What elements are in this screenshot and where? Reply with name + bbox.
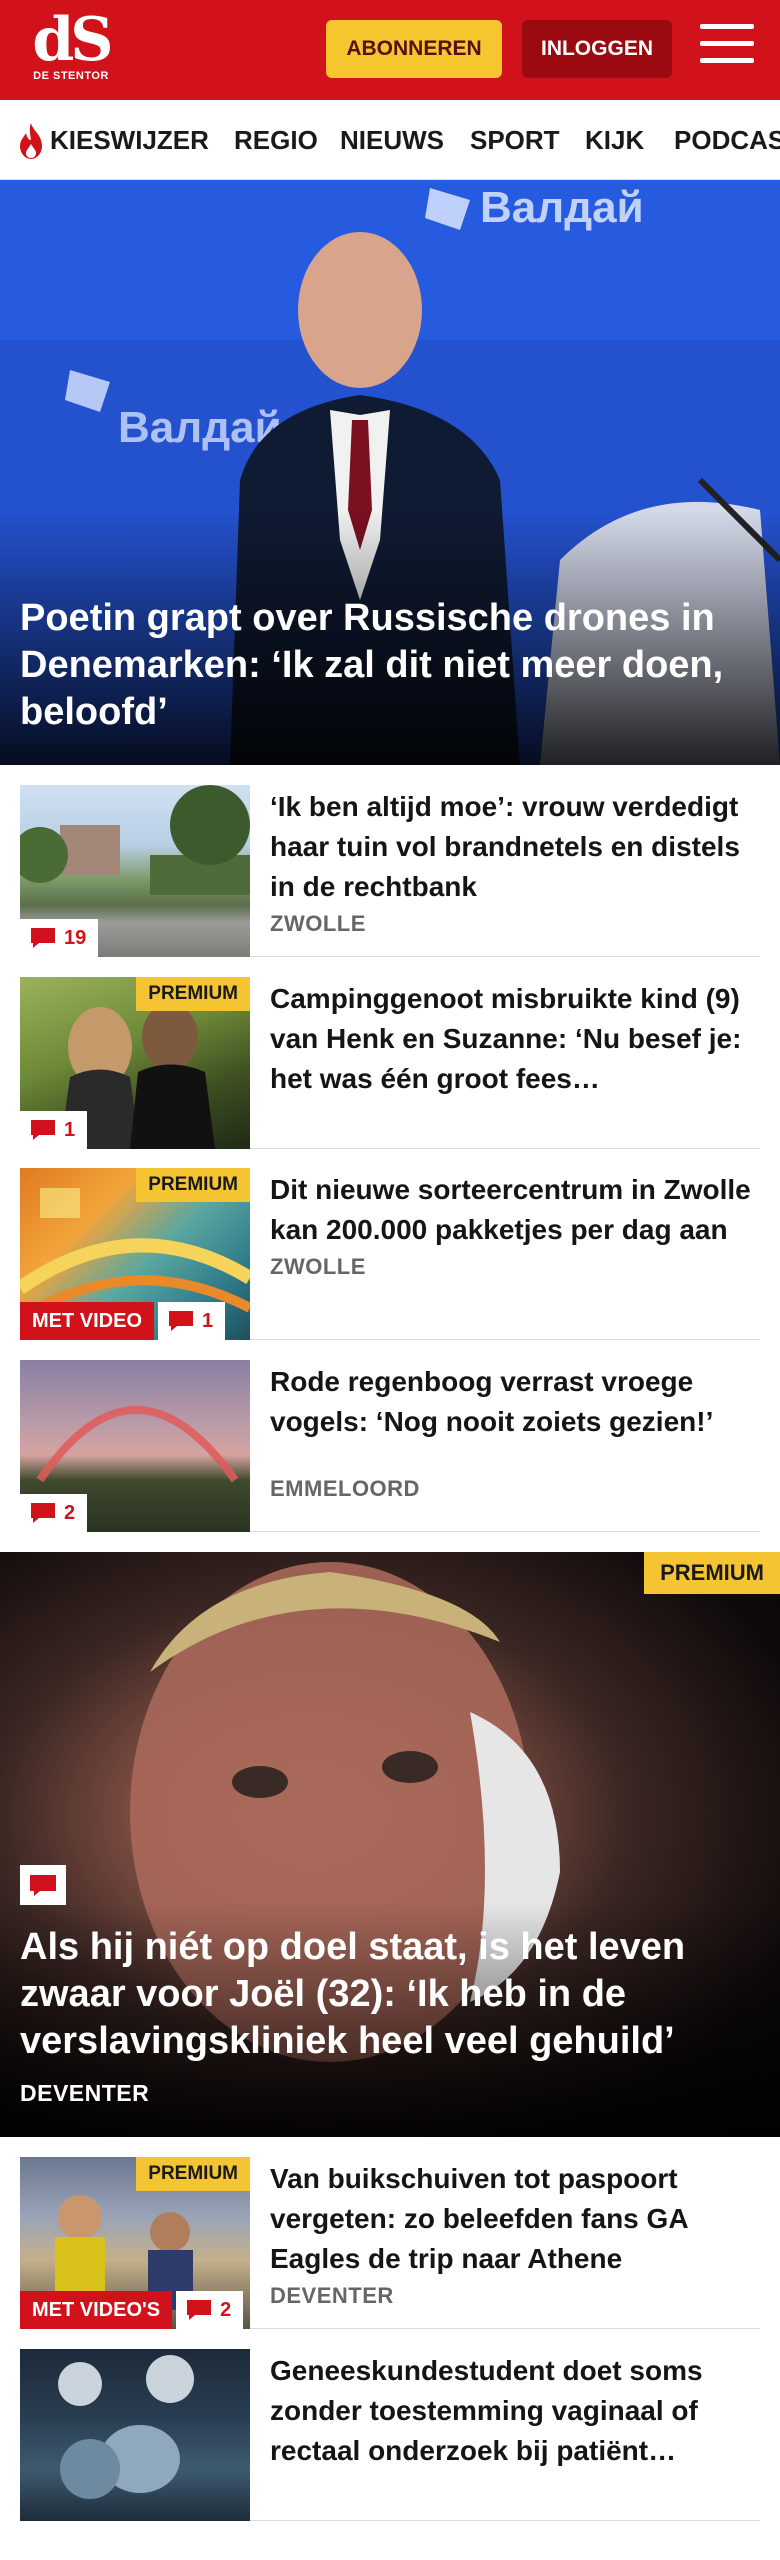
flame-icon — [20, 123, 42, 159]
comment-count-badge[interactable]: 1 — [158, 1302, 226, 1340]
hero-title[interactable]: Poetin grapt over Russische drones in De… — [20, 595, 760, 736]
article-title[interactable]: Van buikschuiven tot paspoort vergeten: … — [270, 2159, 760, 2279]
article-title[interactable]: ‘Ik ben altijd moe’: vrouw verdedigt haa… — [270, 787, 760, 907]
svg-text:Валдай: Валдай — [118, 403, 282, 452]
comment-bubble-icon — [31, 1120, 55, 1140]
list-item[interactable]: Geneeskundestudent doet soms zonder toes… — [20, 2349, 760, 2521]
premium-badge: PREMIUM — [136, 977, 250, 1011]
hero-article[interactable]: Валдай Валдай Poetin grapt over Russisch… — [0, 180, 780, 765]
article-thumbnail: 19 — [20, 785, 250, 957]
premium-badge: PREMIUM — [136, 2157, 250, 2191]
article-title[interactable]: Dit nieuwe sorteercentrum in Zwolle kan … — [270, 1170, 760, 1250]
list-item[interactable]: PREMIUM MET VIDEO 1 Dit nieuwe sorteerce… — [20, 1168, 760, 1340]
hamburger-menu-icon[interactable] — [700, 24, 754, 72]
list-item[interactable]: PREMIUM 1 Campinggenoot misbruikte kind … — [20, 977, 760, 1149]
comment-bubble-icon — [187, 2300, 212, 2320]
nav-item-kieswijzer[interactable]: KIESWIJZER — [50, 100, 209, 179]
nav-item-sport[interactable]: SPORT — [470, 100, 560, 179]
comment-count-badge[interactable]: 1 — [20, 1111, 88, 1149]
article-thumbnail — [20, 2349, 250, 2521]
nav-item-kijk[interactable]: KIJK — [585, 100, 644, 179]
hero-image-text: Валдай — [480, 183, 644, 232]
list-item[interactable]: 2 Rode regenboog verrast vroege vogels: … — [20, 1360, 760, 1532]
article-thumbnail: PREMIUM MET VIDEO'S 2 — [20, 2157, 250, 2329]
comment-bubble-icon[interactable] — [20, 1865, 66, 1905]
article-title[interactable]: Geneeskundestudent doet soms zonder toes… — [270, 2351, 760, 2471]
comment-count: 2 — [220, 2299, 232, 2321]
comment-bubble-icon — [169, 1311, 194, 1331]
comment-count: 1 — [64, 1119, 76, 1141]
premium-badge: PREMIUM — [644, 1552, 780, 1594]
logo-mark: dS — [32, 5, 113, 75]
comment-count-badge[interactable]: 2 — [176, 2291, 244, 2329]
site-header: dS DE STENTOR ABONNEREN INLOGGEN — [0, 0, 780, 100]
comment-count-badge[interactable]: 2 — [20, 1494, 88, 1532]
list-item[interactable]: 19 ‘Ik ben altijd moe’: vrouw verdedigt … — [20, 785, 760, 957]
article-title[interactable]: Campinggenoot misbruikte kind (9) van He… — [270, 979, 760, 1099]
article-region: EMMELOORD — [270, 1476, 420, 1501]
comment-count: 2 — [64, 1502, 76, 1524]
comment-count-badge[interactable]: 19 — [20, 919, 99, 957]
comment-count: 19 — [64, 927, 87, 949]
premium-badge: PREMIUM — [136, 1168, 250, 1202]
article-thumbnail: 2 — [20, 1360, 250, 1532]
badges: MET VIDEO'S 2 — [20, 2291, 244, 2329]
badges: 19 — [20, 919, 99, 957]
feature-region: DEVENTER — [20, 2080, 150, 2106]
list-item[interactable]: PREMIUM MET VIDEO'S 2 Van buikschuiven t… — [20, 2157, 760, 2329]
video-badge: MET VIDEO'S — [20, 2291, 173, 2329]
feature-title[interactable]: Als hij niét op doel staat, is het leven… — [20, 1924, 770, 2065]
nav-item-nieuws[interactable]: NIEUWS — [340, 100, 444, 179]
badges: MET VIDEO 1 — [20, 1302, 226, 1340]
login-button[interactable]: INLOGGEN — [522, 20, 672, 78]
comment-bubble-icon — [31, 1503, 55, 1523]
comment-count: 1 — [202, 1310, 214, 1332]
article-region: ZWOLLE — [270, 911, 366, 936]
article-thumbnail: PREMIUM 1 — [20, 977, 250, 1149]
badges: 2 — [20, 1494, 88, 1532]
article-thumbnail: PREMIUM MET VIDEO 1 — [20, 1168, 250, 1340]
video-badge: MET VIDEO — [20, 1302, 155, 1340]
comment-bubble-icon — [31, 928, 55, 948]
site-logo[interactable]: dS DE STENTOR — [26, 5, 116, 90]
feature-article[interactable]: PREMIUM Als hij niét op doel staat, is h… — [0, 1552, 780, 2137]
article-title[interactable]: Rode regenboog verrast vroege vogels: ‘N… — [270, 1362, 760, 1442]
subscribe-button[interactable]: ABONNEREN — [326, 20, 502, 78]
main-navigation: KIESWIJZER REGIO NIEUWS SPORT KIJK PODCA… — [0, 100, 780, 180]
badges: 1 — [20, 1111, 88, 1149]
nav-item-regio[interactable]: REGIO — [234, 100, 318, 179]
logo-subtitle: DE STENTOR — [33, 70, 109, 82]
article-region: ZWOLLE — [270, 1254, 366, 1279]
nav-item-podcasts[interactable]: PODCAS — [674, 100, 780, 179]
article-region: DEVENTER — [270, 2283, 394, 2308]
